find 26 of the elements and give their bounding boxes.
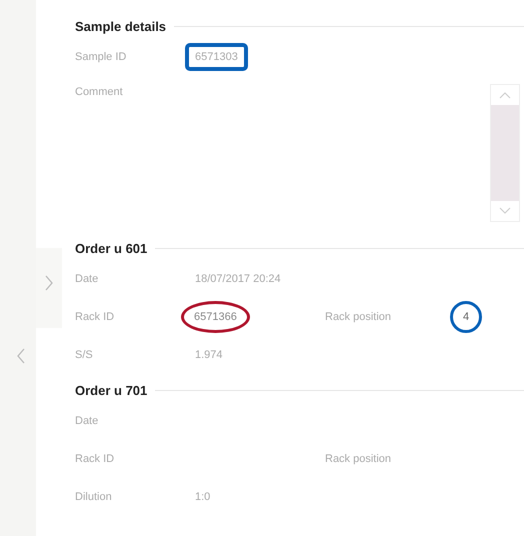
expand-handle[interactable] bbox=[44, 275, 54, 291]
section-title: Order u 601 bbox=[75, 240, 148, 256]
field-value: 1:0 bbox=[195, 491, 210, 503]
field-value: 1.974 bbox=[195, 349, 223, 361]
field-label: Rack ID bbox=[75, 453, 116, 465]
field-label: Rack ID bbox=[75, 311, 116, 323]
scroll-down-icon bbox=[499, 207, 511, 215]
section-title: Sample details bbox=[75, 18, 166, 34]
section-title: Order u 701 bbox=[75, 382, 148, 398]
chevron-left-icon bbox=[16, 348, 26, 364]
field-label: Rack position bbox=[325, 311, 392, 323]
collapse-handle[interactable] bbox=[16, 348, 26, 364]
field-label: Dilution bbox=[75, 491, 113, 503]
field-label: Date bbox=[75, 415, 100, 427]
field-label: Comment bbox=[75, 85, 124, 100]
field-value: 4 bbox=[450, 301, 482, 333]
scrollbar[interactable] bbox=[490, 84, 520, 222]
scroll-up-icon bbox=[499, 91, 511, 99]
field-value: 6571303 bbox=[185, 43, 248, 71]
field-label: Rack position bbox=[325, 453, 392, 465]
field-label: Sample ID bbox=[75, 51, 128, 63]
field-value: 6571366 bbox=[181, 301, 250, 333]
field-value: 18/07/2017 20:24 bbox=[195, 273, 281, 285]
field-label: Date bbox=[75, 273, 100, 285]
chevron-right-icon bbox=[44, 275, 54, 291]
field-label: S/S bbox=[75, 349, 94, 361]
